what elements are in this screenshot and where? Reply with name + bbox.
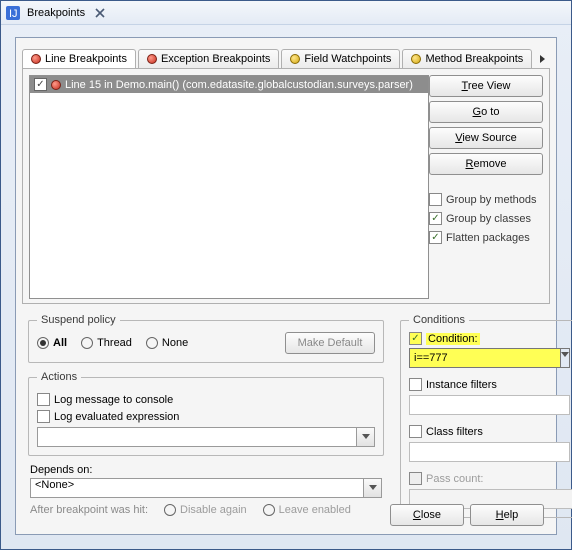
app-icon: IJ (5, 5, 21, 21)
tab-label: Line Breakpoints (45, 53, 127, 65)
checkbox[interactable] (409, 378, 422, 391)
group-by-classes-row[interactable]: Group by classes (429, 212, 543, 225)
suspend-none-radio[interactable]: None (146, 337, 188, 349)
conditions-group: Conditions Condition: ... Instance fil (400, 314, 572, 518)
condition-input-row: ... (409, 348, 572, 368)
tree-view-button[interactable]: Tree View (429, 75, 543, 97)
tab-exception-breakpoints[interactable]: Exception Breakpoints (138, 49, 279, 68)
depends-on-label: Depends on: (30, 464, 390, 476)
checkbox-label: Class filters (426, 426, 483, 438)
breakpoint-icon (31, 54, 41, 64)
tab-method-breakpoints[interactable]: Method Breakpoints (402, 49, 532, 68)
breakpoint-list[interactable]: Line 15 in Demo.main() (com.edatasite.gl… (29, 75, 429, 299)
checkbox[interactable] (37, 393, 50, 406)
checkbox-label: Instance filters (426, 379, 497, 391)
leave-enabled-radio: Leave enabled (263, 504, 351, 516)
condition-input[interactable] (409, 348, 561, 368)
svg-text:IJ: IJ (9, 8, 18, 20)
group-legend: Actions (37, 371, 81, 383)
class-filters-block: Class filters ... (409, 425, 572, 462)
group-by-methods-row[interactable]: Group by methods (429, 193, 543, 206)
help-button[interactable]: Help (470, 504, 544, 526)
after-hit-label: After breakpoint was hit: (30, 504, 148, 516)
lower-panels: Suspend policy All Thread None Make Defa… (22, 310, 550, 522)
instance-filters-checkbox[interactable]: Instance filters (409, 378, 572, 391)
tab-label: Method Breakpoints (425, 53, 523, 65)
group-legend: Conditions (409, 314, 469, 326)
expression-input[interactable] (37, 427, 357, 447)
depends-on-value[interactable]: <None> (30, 478, 364, 498)
log-console-checkbox[interactable]: Log message to console (37, 393, 375, 406)
pass-count-checkbox[interactable]: Pass count: (409, 472, 572, 485)
breakpoint-label: Line 15 in Demo.main() (com.edatasite.gl… (65, 79, 413, 91)
grouping-options: Group by methods Group by classes Flatte… (429, 193, 543, 244)
checkbox-label: Group by methods (446, 194, 537, 206)
suspend-policy-group: Suspend policy All Thread None Make Defa… (28, 314, 384, 363)
checkbox-label: Log evaluated expression (54, 411, 179, 423)
watchpoint-icon (290, 54, 300, 64)
tab-label: Field Watchpoints (304, 53, 391, 65)
checkbox[interactable] (409, 425, 422, 438)
checkbox[interactable] (429, 193, 442, 206)
watchpoint-icon (411, 54, 421, 64)
checkbox-label: Log message to console (54, 394, 173, 406)
checkbox[interactable] (37, 410, 50, 423)
breakpoint-row[interactable]: Line 15 in Demo.main() (com.edatasite.gl… (30, 76, 428, 93)
breakpoint-enabled-checkbox[interactable] (34, 78, 47, 91)
dialog-footer: Close Help (390, 504, 544, 526)
checkbox-label: Flatten packages (446, 232, 530, 244)
chevron-down-icon[interactable] (364, 478, 382, 498)
make-default-button[interactable]: Make Default (285, 332, 375, 354)
tab-overflow-button[interactable] (534, 50, 550, 68)
chevron-down-icon[interactable] (561, 348, 570, 368)
tab-line-breakpoints[interactable]: Line Breakpoints (22, 49, 136, 68)
breakpoint-icon (147, 54, 157, 64)
condition-checkbox[interactable] (409, 332, 422, 345)
titlebar: IJ Breakpoints (1, 1, 571, 25)
checkbox[interactable] (409, 472, 422, 485)
flatten-packages-row[interactable]: Flatten packages (429, 231, 543, 244)
checkbox[interactable] (429, 212, 442, 225)
suspend-thread-radio[interactable]: Thread (81, 337, 132, 349)
log-expression-checkbox[interactable]: Log evaluated expression (37, 410, 375, 423)
after-hit-row: After breakpoint was hit: Disable again … (30, 504, 382, 516)
window-title: Breakpoints (27, 7, 85, 19)
instance-filters-block: Instance filters ... (409, 378, 572, 415)
class-filters-checkbox[interactable]: Class filters (409, 425, 572, 438)
remove-button[interactable]: Remove (429, 153, 543, 175)
dialog-body: Line Breakpoints Exception Breakpoints F… (15, 37, 557, 535)
close-button[interactable]: Close (390, 504, 464, 526)
tab-label: Exception Breakpoints (161, 53, 270, 65)
log-expression-combo[interactable] (37, 427, 375, 447)
condition-checkbox-row[interactable]: Condition: (409, 332, 572, 345)
checkbox[interactable] (429, 231, 442, 244)
left-column: Suspend policy All Thread None Make Defa… (22, 310, 390, 522)
tab-panel: Line 15 in Demo.main() (com.edatasite.gl… (22, 68, 550, 304)
disable-again-radio: Disable again (164, 504, 247, 516)
right-column: Conditions Condition: ... Instance fil (394, 310, 550, 522)
suspend-all-radio[interactable]: All (37, 337, 67, 349)
breakpoint-icon (51, 80, 61, 90)
goto-button[interactable]: Go to (429, 101, 543, 123)
close-icon[interactable] (85, 5, 115, 21)
tab-field-watchpoints[interactable]: Field Watchpoints (281, 49, 400, 68)
checkbox-label: Group by classes (446, 213, 531, 225)
side-buttons: Tree View Go to View Source Remove (429, 75, 543, 175)
instance-filters-input[interactable] (409, 395, 570, 415)
view-source-button[interactable]: View Source (429, 127, 543, 149)
depends-on-combo[interactable]: <None> (30, 478, 382, 498)
chevron-down-icon[interactable] (357, 427, 375, 447)
checkbox-label: Pass count: (426, 473, 483, 485)
tab-strip: Line Breakpoints Exception Breakpoints F… (16, 44, 556, 68)
actions-group: Actions Log message to console Log evalu… (28, 371, 384, 456)
group-legend: Suspend policy (37, 314, 120, 326)
class-filters-input[interactable] (409, 442, 570, 462)
dialog-window: IJ Breakpoints Line Breakpoints Exceptio… (0, 0, 572, 550)
